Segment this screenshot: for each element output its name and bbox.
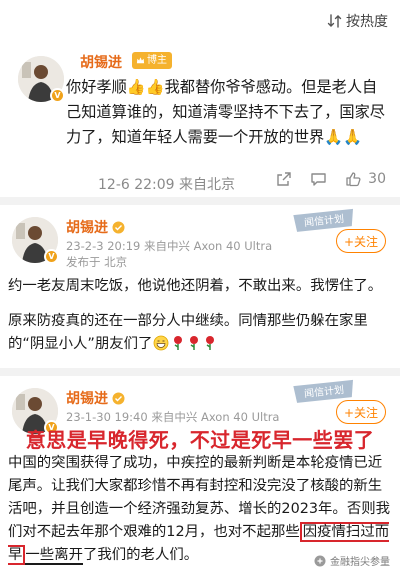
divider xyxy=(0,368,400,376)
gold-badge-icon xyxy=(112,221,125,233)
post-body: 约一老友周末吃饭，他说他还阴着，不敢出来。我愣住了。 原来防疫真的还在一部分人中… xyxy=(8,275,394,359)
underlined-highlight: 一些离开 xyxy=(25,547,83,565)
author-name[interactable]: 胡锡进 xyxy=(66,217,125,237)
rose-icon xyxy=(171,335,185,359)
crown-icon xyxy=(136,57,145,64)
blogger-tag-label: 博主 xyxy=(147,55,167,66)
gold-badge-icon xyxy=(112,392,125,404)
comment-icon xyxy=(311,173,326,186)
follow-button[interactable]: +关注 xyxy=(336,229,386,253)
screenshot-card: V 胡锡进 23-2-3 20:19 来自中兴 Axon 40 Ultra 发布… xyxy=(0,205,400,371)
comment-post: V 胡锡进 博主 你好孝顺👍👍我都替你爷爷感动。但是老人自己知道算谁的，知道清零… xyxy=(0,40,400,200)
share-icon xyxy=(277,172,291,186)
watermark-logo-icon xyxy=(314,555,326,566)
author-name[interactable]: 胡锡进 xyxy=(80,52,122,72)
screenshot-card: V 胡锡进 23-1-30 19:40 来自中兴 Axon 40 Ultra 闻… xyxy=(0,376,400,572)
post-paragraph-2: 原来防疫真的还在一部分人中继续。同情那些仍躲在家里的“阴显小人”朋友们了 xyxy=(8,310,394,359)
grin-emoji-icon xyxy=(153,335,169,359)
post-body-end: 了我们的老人们。 xyxy=(82,547,199,563)
post-meta: 23-2-3 20:19 来自中兴 Axon 40 Ultra xyxy=(66,239,273,253)
verified-badge-icon: V xyxy=(50,88,65,103)
like-button[interactable]: 30 xyxy=(345,171,386,187)
watermark: 金融指尖参量 xyxy=(314,553,390,568)
divider xyxy=(0,197,400,205)
author-name-label: 胡锡进 xyxy=(66,391,108,407)
post-meta: 23-1-30 19:40 来自中兴 Axon 40 Ultra xyxy=(66,410,280,424)
rose-icon xyxy=(187,335,201,359)
post-body: 中国的突围获得了成功，中疾控的最新判断是本轮疫情已近尾声。让我们大家都珍惜不再有… xyxy=(8,452,394,567)
post-time: 12-6 22:09 来自北京 xyxy=(98,177,236,193)
sort-label: 按热度 xyxy=(346,14,388,30)
verified-badge-icon: V xyxy=(44,249,59,264)
thumbs-up-icon xyxy=(346,172,361,187)
comment-text: 你好孝顺👍👍我都替你爷爷感动。但是老人自己知道算谁的，知道清零坚持不下去了，国家… xyxy=(66,78,385,146)
author-name-label: 胡锡进 xyxy=(66,220,108,236)
sort-by-hot-button[interactable]: 按热度 xyxy=(327,10,388,32)
watermark-text: 金融指尖参量 xyxy=(330,557,390,568)
post-location: 发布于 北京 xyxy=(66,255,128,269)
sort-icon xyxy=(327,13,343,29)
red-caption: 意思是早晚得死，不过是死早一些罢了 xyxy=(25,428,375,452)
comment-button[interactable] xyxy=(310,171,327,187)
post-paragraph: 约一老友周末吃饭，他说他还阴着，不敢出来。我愣住了。 xyxy=(8,278,383,294)
rose-icon xyxy=(203,335,217,359)
action-bar: 30 xyxy=(276,171,386,187)
like-count: 30 xyxy=(368,171,386,187)
author-name[interactable]: 胡锡进 xyxy=(66,388,125,408)
share-button[interactable] xyxy=(276,171,292,187)
blogger-tag: 博主 xyxy=(132,52,172,69)
follow-button[interactable]: +关注 xyxy=(336,400,386,424)
